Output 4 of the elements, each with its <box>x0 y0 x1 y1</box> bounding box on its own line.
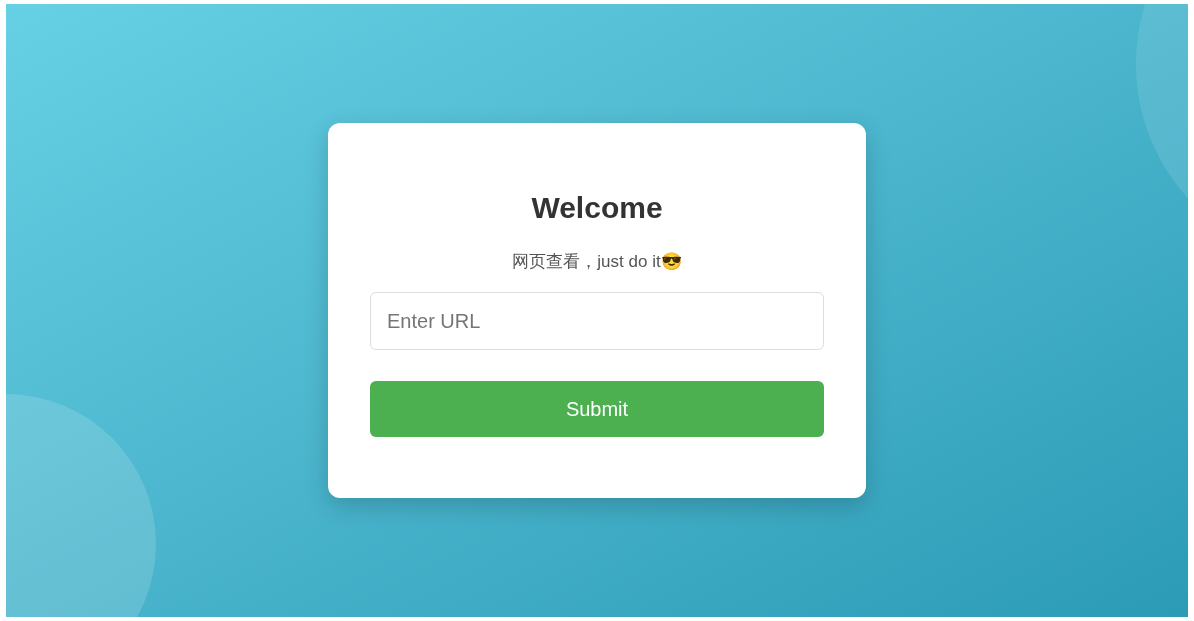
url-field[interactable]: Enter URL <box>370 292 824 350</box>
submit-button[interactable]: Submit <box>370 381 824 437</box>
card-title: Welcome <box>531 190 663 226</box>
card-subtitle: 网页查看，just do it😎 <box>512 251 682 273</box>
